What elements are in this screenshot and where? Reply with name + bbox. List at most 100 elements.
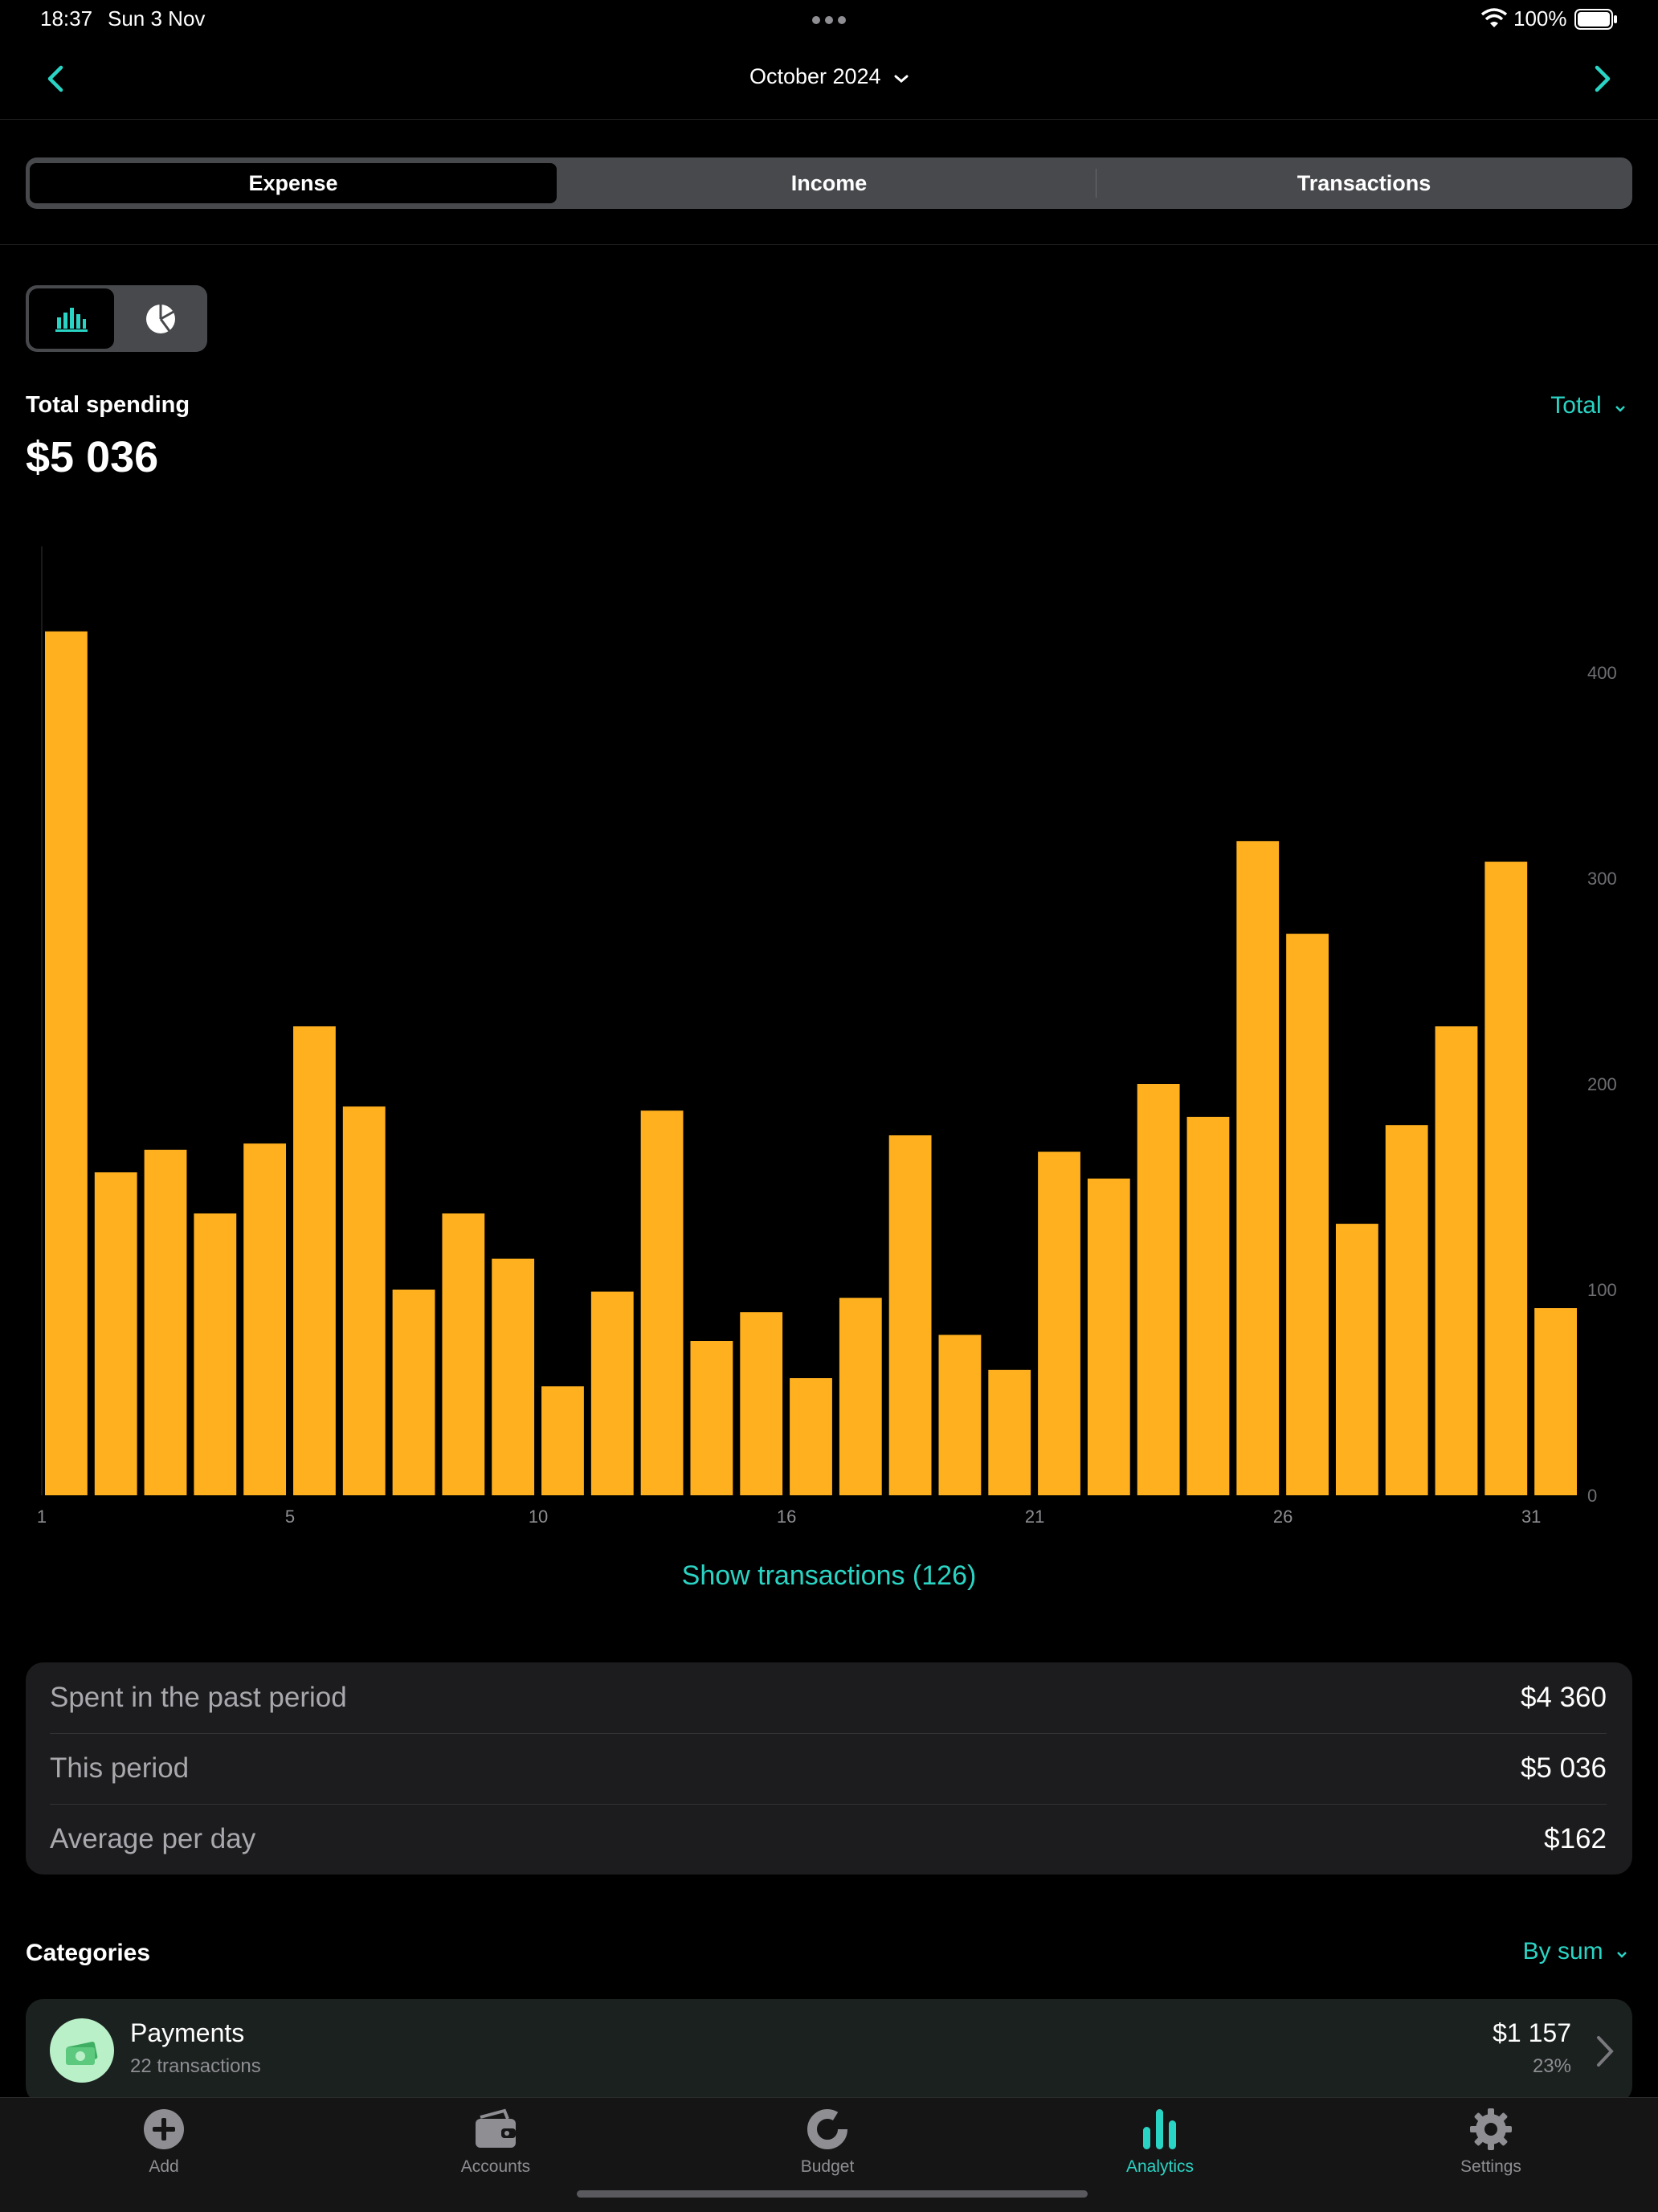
chart-bar xyxy=(342,1106,386,1495)
chart-bar xyxy=(541,1386,584,1495)
stat-value: $5 036 xyxy=(1520,1752,1607,1784)
chart-bar xyxy=(492,1258,535,1495)
x-tick-label: 26 xyxy=(1273,1507,1293,1527)
chart-bar xyxy=(194,1213,237,1495)
chevron-down-icon xyxy=(1617,1952,1627,1958)
chart-bar xyxy=(1186,1116,1230,1495)
y-tick-label: 100 xyxy=(1587,1280,1617,1300)
stat-row-past-period: Spent in the past period $4 360 xyxy=(50,1662,1607,1733)
chart-bar xyxy=(1484,861,1528,1495)
budget-ring-icon xyxy=(807,2109,847,2149)
status-date: Sun 3 Nov xyxy=(108,6,206,31)
tab-expense[interactable]: Expense xyxy=(27,161,559,206)
chart-bar xyxy=(293,1026,336,1495)
stat-row-this-period: This period $5 036 xyxy=(50,1733,1607,1804)
tab-transactions[interactable]: Transactions xyxy=(1097,161,1631,206)
stat-value: $162 xyxy=(1544,1823,1607,1854)
stat-label: Average per day xyxy=(50,1823,256,1854)
money-icon xyxy=(50,2018,114,2083)
chart-bar xyxy=(640,1110,684,1495)
chart-bar xyxy=(442,1213,485,1495)
spending-stats-card: Spent in the past period $4 360 This per… xyxy=(26,1662,1632,1875)
x-tick-label: 21 xyxy=(1025,1507,1044,1527)
page-title: October 2024 xyxy=(749,64,881,88)
chart-bar xyxy=(392,1290,435,1495)
tab-bar: Add Accounts Budget Analytics Settings xyxy=(0,2097,1658,2212)
chart-bar xyxy=(590,1291,634,1495)
category-name: Payments xyxy=(130,2018,245,2047)
chart-bar xyxy=(144,1149,187,1495)
chart-bar xyxy=(1038,1151,1080,1495)
pie-chart-icon xyxy=(146,304,175,333)
category-count: 22 transactions xyxy=(130,2055,261,2077)
gear-icon xyxy=(1470,2108,1512,2150)
chevron-down-icon xyxy=(1615,406,1625,412)
tab-add[interactable]: Add xyxy=(84,2108,244,2177)
chart-bar xyxy=(1137,1084,1180,1495)
pie-chart-button[interactable] xyxy=(117,288,204,349)
tab-accounts[interactable]: Accounts xyxy=(415,2108,576,2177)
category-amount: $1 157 xyxy=(1493,2018,1571,2047)
stat-row-average: Average per day $162 xyxy=(50,1804,1607,1875)
battery-percent: 100% xyxy=(1513,6,1567,31)
y-tick-label: 400 xyxy=(1587,663,1617,683)
divider xyxy=(0,119,1658,120)
next-month-button[interactable] xyxy=(1591,64,1615,97)
wallet-icon xyxy=(476,2108,516,2148)
total-amount: $5 036 xyxy=(26,433,159,481)
total-filter-dropdown[interactable]: Total xyxy=(1550,392,1626,419)
x-tick-label: 10 xyxy=(529,1507,548,1527)
chart-bar xyxy=(243,1143,287,1495)
multitasking-dots-icon[interactable] xyxy=(811,14,847,29)
bar-chart-icon xyxy=(55,307,88,332)
chart-bar xyxy=(1087,1178,1130,1495)
categories-title: Categories xyxy=(26,1940,151,1966)
bar-chart-button[interactable] xyxy=(29,288,114,349)
y-tick-label: 200 xyxy=(1587,1074,1617,1094)
chart-bar xyxy=(938,1335,982,1495)
chart-bar xyxy=(839,1298,882,1495)
tab-income[interactable]: Income xyxy=(562,161,1096,206)
daily-spending-chart: 0 100 200 300 400 1 5 10 16 21 26 31 xyxy=(37,546,1617,1527)
tab-analytics[interactable]: Analytics xyxy=(1080,2108,1240,2177)
x-tick-label: 1 xyxy=(37,1507,47,1527)
divider xyxy=(0,244,1658,245)
chart-bar xyxy=(1534,1308,1577,1495)
filter-label: Total xyxy=(1550,392,1602,419)
y-tick-label: 300 xyxy=(1587,869,1617,889)
chart-bar xyxy=(988,1369,1031,1495)
chart-bar xyxy=(1385,1125,1428,1495)
chevron-down-icon xyxy=(894,75,909,83)
tab-label: Add xyxy=(149,2157,179,2176)
tab-settings[interactable]: Settings xyxy=(1411,2108,1571,2177)
add-icon xyxy=(144,2109,184,2149)
show-transactions-link[interactable]: Show transactions (126) xyxy=(0,1560,1658,1592)
y-tick-label: 0 xyxy=(1587,1486,1597,1506)
chart-bar xyxy=(1286,934,1329,1495)
tab-label: Accounts xyxy=(460,2157,531,2176)
month-selector[interactable]: October 2024 xyxy=(0,64,1658,89)
tab-budget[interactable]: Budget xyxy=(747,2108,908,2177)
tab-label: Analytics xyxy=(1125,2157,1194,2176)
battery-icon xyxy=(1574,9,1618,34)
chart-bar xyxy=(1435,1026,1478,1495)
x-tick-label: 31 xyxy=(1521,1507,1541,1527)
chart-bar xyxy=(1236,840,1280,1495)
summary-label: Total spending xyxy=(26,392,190,418)
chart-type-toggle xyxy=(26,285,207,352)
category-item[interactable]: Payments 22 transactions $1 157 23% xyxy=(26,1999,1632,2104)
tab-label: Settings xyxy=(1460,2157,1521,2176)
sort-label: By sum xyxy=(1522,1938,1603,1965)
sort-dropdown[interactable]: By sum xyxy=(1523,1938,1627,1965)
chart-bar xyxy=(790,1378,832,1495)
chart-bar xyxy=(690,1341,733,1495)
chart-bar xyxy=(1335,1224,1378,1495)
type-segmented-control: Expense Income Transactions xyxy=(26,157,1632,209)
x-tick-label: 5 xyxy=(285,1507,295,1527)
stat-label: Spent in the past period xyxy=(50,1682,347,1713)
chevron-right-icon xyxy=(1595,2034,1615,2072)
status-time: 18:37 xyxy=(40,6,93,31)
chart-bar xyxy=(45,631,88,1495)
chart-bar xyxy=(94,1172,137,1495)
category-percent: 23% xyxy=(1532,2055,1571,2077)
